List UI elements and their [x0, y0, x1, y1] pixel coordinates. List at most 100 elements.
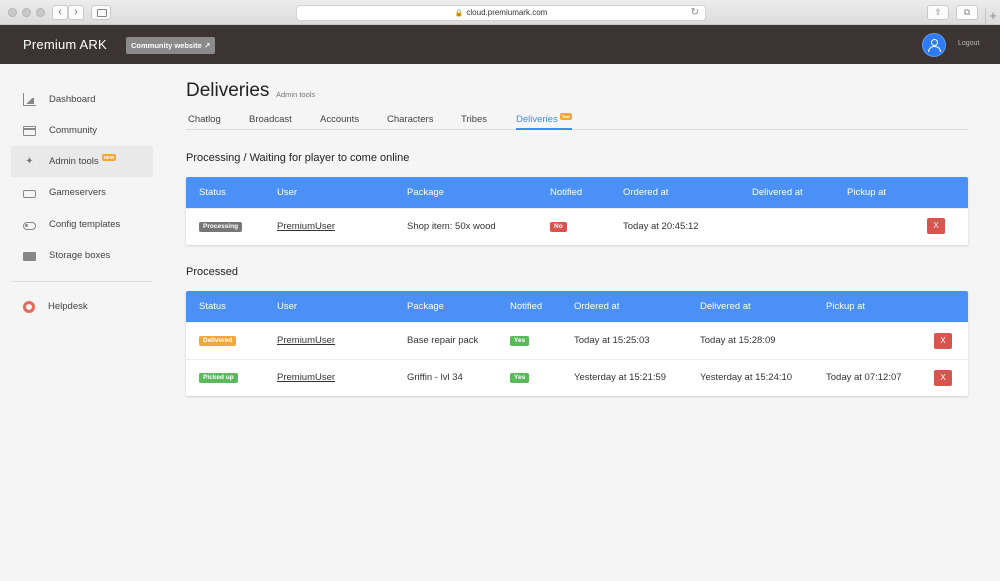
forward-button[interactable]: ›	[68, 5, 84, 20]
tab-characters[interactable]: Characters	[387, 114, 433, 130]
tab-label: Deliveries	[516, 114, 558, 125]
tab-chatlog[interactable]: Chatlog	[188, 114, 221, 130]
sidebar-item-community[interactable]: Community	[11, 115, 153, 146]
column-header[interactable]: Notified	[510, 301, 542, 312]
user-link[interactable]: PremiumUser	[277, 335, 335, 346]
column-header[interactable]: Package	[407, 301, 444, 312]
ordered-cell: Today at 20:45:12	[623, 221, 699, 232]
address-bar[interactable]: 🔒 cloud.premiumark.com ↻	[296, 5, 706, 21]
sidebar-item-label: Community	[49, 125, 98, 136]
sidebar-item-admin-tools[interactable]: ✦ Admin tools NEW	[11, 146, 153, 177]
package-cell: Base repair pack	[407, 335, 479, 346]
delivered-cell: Today at 15:28:09	[700, 335, 776, 346]
community-button-label: Community website	[131, 41, 202, 50]
window-icon	[23, 126, 36, 136]
user-link[interactable]: PremiumUser	[277, 221, 335, 232]
tab-bar: Chatlog Broadcast Accounts Characters Tr…	[186, 111, 968, 130]
sidebar-item-label: Admin tools	[49, 156, 99, 167]
column-header[interactable]: Ordered at	[623, 187, 668, 198]
lifebuoy-icon	[23, 300, 35, 313]
tab-deliveries[interactable]: Deliveries Test	[516, 113, 572, 130]
folder-icon	[23, 252, 36, 261]
status-badge: Delivered	[199, 336, 237, 346]
table-header: Status User Package Notified Ordered at …	[186, 177, 968, 208]
external-link-icon: ↗	[203, 41, 211, 50]
lock-icon: 🔒	[454, 10, 464, 17]
sidebar-item-gameservers[interactable]: Gameservers	[11, 177, 153, 208]
sidebar-item-dashboard[interactable]: Dashboard	[11, 84, 153, 115]
sidebar-item-label: Gameservers	[49, 187, 107, 198]
column-header[interactable]: Status	[199, 187, 226, 198]
sidebar-toggle-button[interactable]	[91, 5, 111, 20]
table-row: Processing PremiumUser Shop item: 50x wo…	[186, 208, 968, 245]
delete-button[interactable]: X	[934, 333, 952, 349]
back-button[interactable]: ‹	[52, 5, 68, 20]
ordered-cell: Yesterday at 15:21:59	[574, 372, 667, 383]
close-window-dot[interactable]	[8, 8, 17, 17]
sidebar-item-label: Dashboard	[49, 94, 96, 105]
tab-broadcast[interactable]: Broadcast	[249, 114, 292, 130]
table-row: Delivered PremiumUser Base repair pack Y…	[186, 322, 968, 359]
package-cell: Griffin - lvl 34	[407, 372, 463, 383]
share-icon: ⇧	[934, 7, 942, 17]
column-header[interactable]: Notified	[550, 187, 582, 198]
sidebar-divider	[11, 281, 153, 282]
column-header[interactable]: Ordered at	[574, 301, 619, 312]
zoom-window-dot[interactable]	[36, 8, 45, 17]
processed-table: Status User Package Notified Ordered at …	[186, 291, 968, 396]
logout-link[interactable]: Logout	[958, 40, 979, 47]
column-header[interactable]: Pickup at	[847, 187, 886, 198]
page-subtitle: Admin tools	[276, 90, 316, 99]
chart-icon	[23, 93, 36, 106]
column-header[interactable]: Delivered at	[700, 301, 751, 312]
toggle-icon	[23, 222, 36, 230]
status-badge: Picked up	[199, 373, 238, 383]
delete-button[interactable]: X	[934, 370, 952, 386]
processing-section-title: Processing / Waiting for player to come …	[186, 152, 410, 164]
notified-badge: Yes	[510, 373, 530, 383]
sidebar-item-config-templates[interactable]: Config templates	[11, 209, 153, 240]
processed-section-title: Processed	[186, 266, 238, 278]
url-text: cloud.premiumark.com	[466, 8, 548, 17]
pickup-cell: Today at 07:12:07	[826, 372, 902, 383]
notified-badge: No	[550, 222, 567, 232]
share-button[interactable]: ⇧	[927, 5, 949, 20]
ordered-cell: Today at 15:25:03	[574, 335, 650, 346]
page-title: Deliveries	[186, 80, 270, 101]
plus-icon: +	[989, 8, 997, 23]
delete-button[interactable]: X	[927, 218, 945, 234]
wand-icon: ✦	[25, 156, 34, 167]
browser-toolbar: ‹ › 🔒 cloud.premiumark.com ↻ ⇧ ⧉ +	[0, 0, 1000, 25]
minimize-window-dot[interactable]	[22, 8, 31, 17]
reload-icon[interactable]: ↻	[691, 6, 699, 20]
tab-tribes[interactable]: Tribes	[461, 114, 487, 130]
column-header[interactable]: User	[277, 301, 297, 312]
column-header[interactable]: Status	[199, 301, 226, 312]
sidebar-item-label: Storage boxes	[49, 250, 111, 261]
tabs-button[interactable]: ⧉	[956, 5, 978, 20]
user-link[interactable]: PremiumUser	[277, 372, 335, 383]
column-header[interactable]: Pickup at	[826, 301, 865, 312]
test-badge: Test	[559, 113, 572, 120]
status-badge: Processing	[199, 222, 243, 232]
notified-badge: Yes	[510, 336, 530, 346]
column-header[interactable]: Package	[407, 187, 444, 198]
community-website-button[interactable]: Community website ↗	[126, 37, 216, 54]
sidebar-item-storage-boxes[interactable]: Storage boxes	[11, 240, 153, 271]
new-badge: NEW	[101, 154, 117, 161]
tabs-icon: ⧉	[963, 7, 971, 17]
avatar[interactable]	[922, 33, 946, 57]
column-header[interactable]: User	[277, 187, 297, 198]
table-row: Picked up PremiumUser Griffin - lvl 34 Y…	[186, 359, 968, 396]
column-header[interactable]: Delivered at	[752, 187, 803, 198]
sidebar-item-label: Helpdesk	[48, 301, 88, 312]
table-header: Status User Package Notified Ordered at …	[186, 291, 968, 322]
chevron-left-icon: ‹	[58, 6, 62, 18]
tab-accounts[interactable]: Accounts	[320, 114, 359, 130]
new-tab-button[interactable]: +	[985, 8, 1000, 25]
sidebar: Dashboard Community ✦ Admin tools NEW Ga…	[0, 64, 165, 581]
brand-title[interactable]: Premium ARK	[23, 37, 107, 52]
sidebar-item-helpdesk[interactable]: Helpdesk	[11, 291, 153, 322]
processing-table: Status User Package Notified Ordered at …	[186, 177, 968, 245]
chevron-right-icon: ›	[74, 6, 78, 18]
